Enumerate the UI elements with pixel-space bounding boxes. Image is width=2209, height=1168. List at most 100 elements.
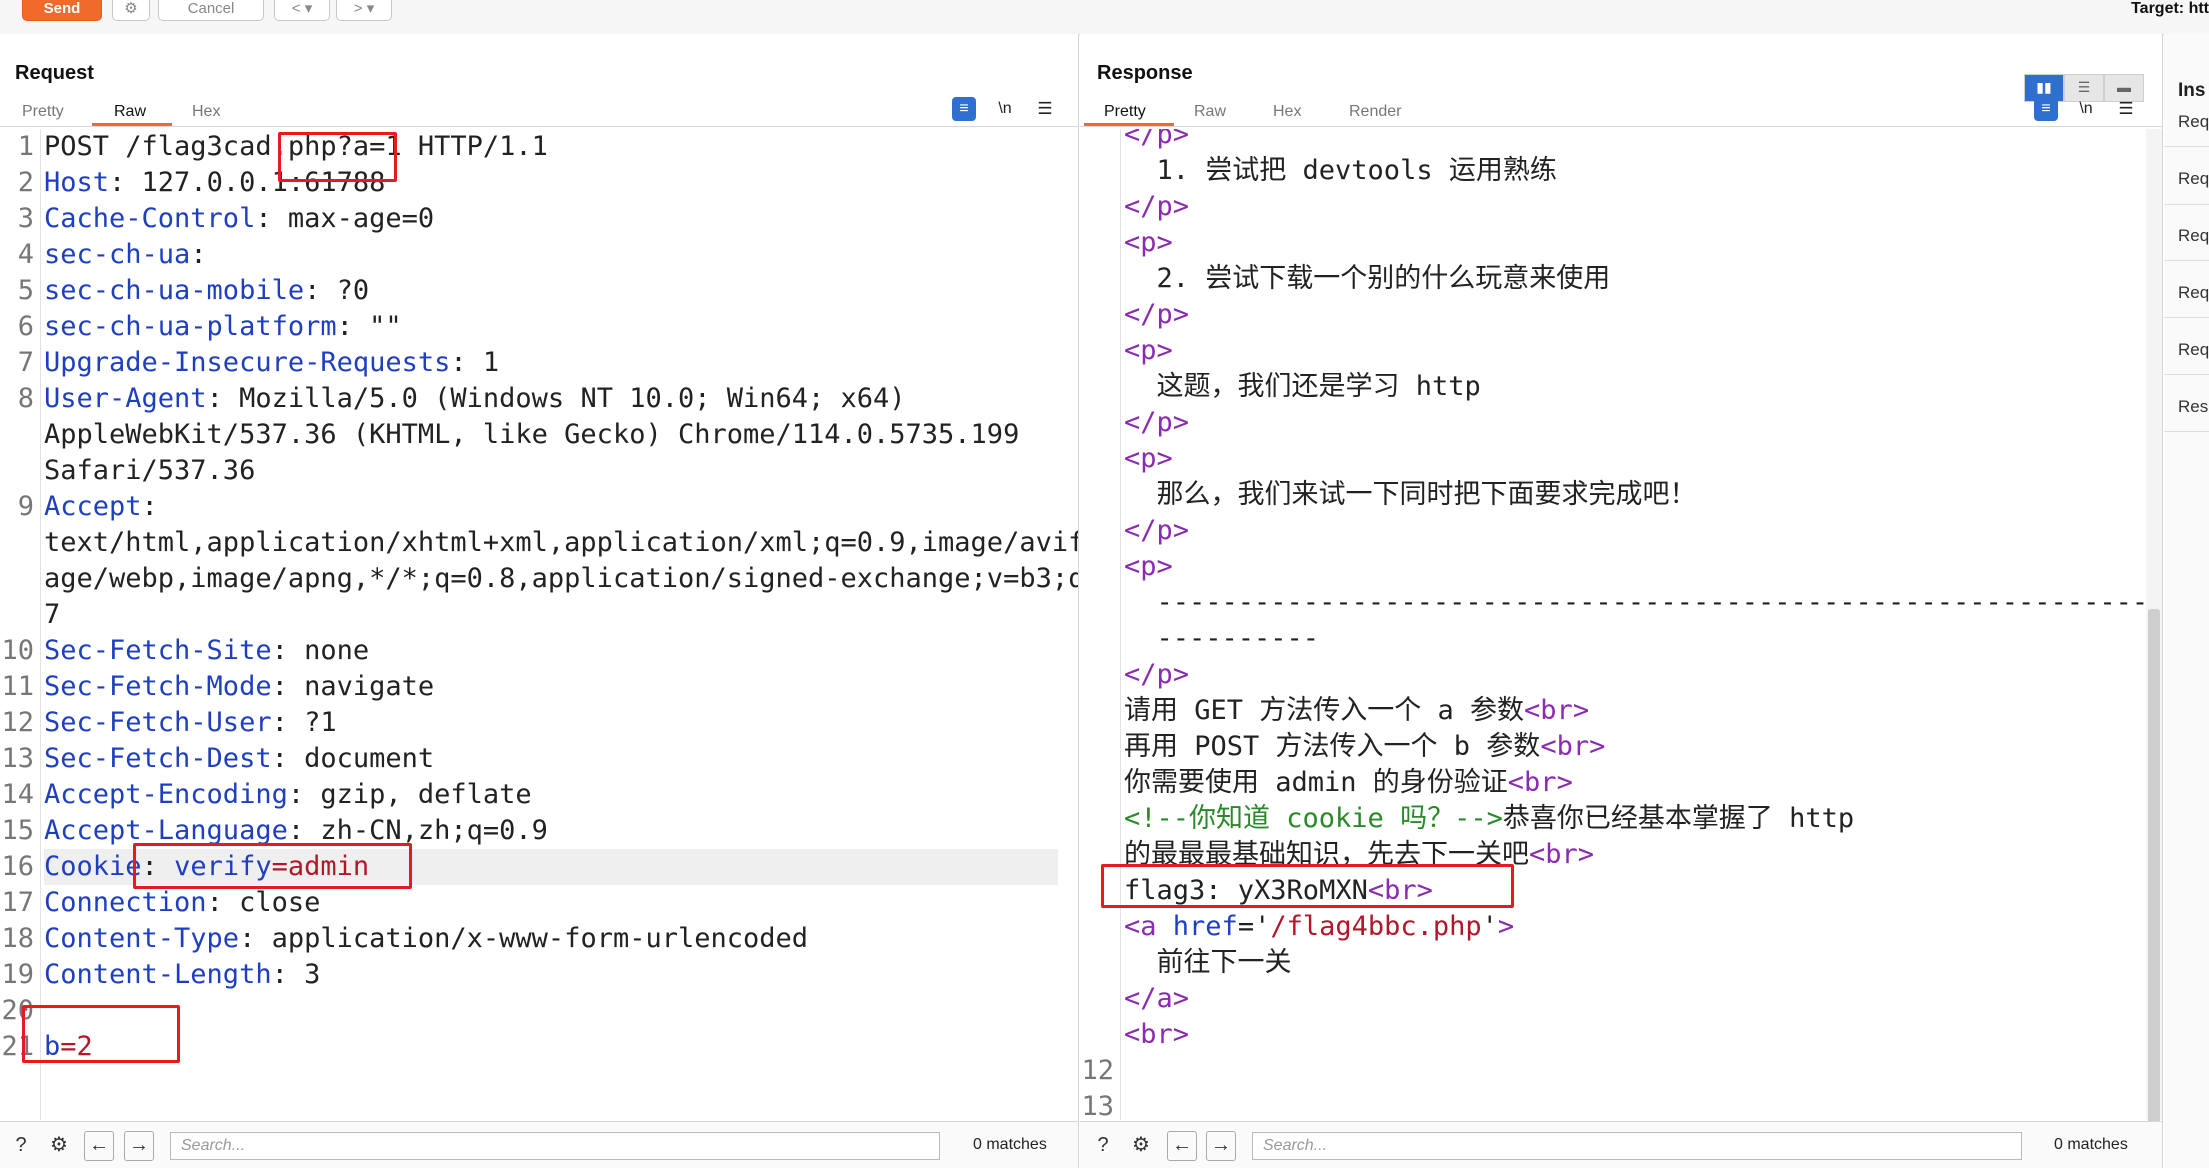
line-number: 16: [1, 851, 34, 882]
code-line[interactable]: 13 Sec-Fetch-Dest: document: [0, 741, 1078, 777]
target-label[interactable]: Target: htt: [2131, 0, 2209, 18]
code-line[interactable]: 你需要使用 admin 的身份验证<br>: [1080, 765, 2144, 801]
help-icon[interactable]: ?: [1090, 1132, 1116, 1158]
code-line[interactable]: age/webp,image/apng,*/*;q=0.8,applicatio…: [0, 561, 1078, 597]
inspector-item[interactable]: Req: [2178, 226, 2209, 246]
header-name: Sec-Fetch-Mode: [44, 671, 272, 702]
tab-pretty[interactable]: Pretty: [1104, 103, 1146, 121]
code-line[interactable]: 14 Accept-Encoding: gzip, deflate: [0, 777, 1078, 813]
code-line[interactable]: <br>: [1080, 1017, 2144, 1053]
code-line[interactable]: </p>: [1080, 189, 2144, 225]
code-line[interactable]: <p>: [1080, 441, 2144, 477]
code-line[interactable]: 10 Sec-Fetch-Site: none: [0, 633, 1078, 669]
inspector-item[interactable]: Req: [2178, 340, 2209, 360]
line-number: 15: [1, 815, 34, 846]
cancel-button[interactable]: Cancel: [158, 0, 264, 21]
code-line[interactable]: text/html,application/xhtml+xml,applicat…: [0, 525, 1078, 561]
word-wrap-icon[interactable]: ≡: [2034, 97, 2058, 121]
code-line[interactable]: 19 Content-Length: 3: [0, 957, 1078, 993]
search-input[interactable]: Search...: [1252, 1132, 2022, 1160]
code-line[interactable]: 6 sec-ch-ua-platform: "": [0, 309, 1078, 345]
code-line[interactable]: ----------: [1080, 621, 2144, 657]
response-scrollbar[interactable]: [2146, 129, 2162, 1129]
inspector-title[interactable]: Ins: [2178, 80, 2205, 102]
code-line[interactable]: </p>: [1080, 405, 2144, 441]
code-line[interactable]: 再用 POST 方法传入一个 b 参数<br>: [1080, 729, 2144, 765]
search-next-button[interactable]: →: [1206, 1131, 1236, 1161]
tab-raw[interactable]: Raw: [1194, 103, 1226, 121]
line-number: 3: [17, 203, 34, 234]
code-line[interactable]: 12: [1080, 1053, 2144, 1089]
inspector-item[interactable]: Res: [2178, 397, 2208, 417]
line-content: User-Agent: Mozilla/5.0 (Windows NT 10.0…: [44, 381, 906, 417]
code-line[interactable]: 7 Upgrade-Insecure-Requests: 1: [0, 345, 1078, 381]
search-prev-button[interactable]: ←: [84, 1131, 114, 1161]
code-line[interactable]: <p>: [1080, 333, 2144, 369]
line-number: 13: [1081, 1091, 1114, 1120]
help-icon[interactable]: ?: [8, 1132, 34, 1158]
code-line[interactable]: 这题，我们还是学习 http: [1080, 369, 2144, 405]
code-line[interactable]: <a href='/flag4bbc.php'>: [1080, 909, 2144, 945]
code-line[interactable]: 4 sec-ch-ua:: [0, 237, 1078, 273]
code-line[interactable]: 12 Sec-Fetch-User: ?1: [0, 705, 1078, 741]
code-line[interactable]: <p>: [1080, 225, 2144, 261]
code-line[interactable]: 18 Content-Type: application/x-www-form-u…: [0, 921, 1078, 957]
tab-render[interactable]: Render: [1349, 103, 1401, 121]
word-wrap-icon[interactable]: ≡: [952, 97, 976, 121]
code-line[interactable]: 前往下一关: [1080, 945, 2144, 981]
header-value: none: [304, 635, 370, 666]
line-content: AppleWebKit/537.36 (KHTML, like Gecko) C…: [44, 417, 1019, 453]
inspector-item[interactable]: Req: [2178, 169, 2209, 189]
newline-toggle-icon[interactable]: \n: [993, 97, 1017, 121]
code-line[interactable]: <p>: [1080, 549, 2144, 585]
search-prev-button[interactable]: ←: [1167, 1131, 1197, 1161]
menu-icon[interactable]: ☰: [2114, 97, 2138, 121]
gear-icon[interactable]: ⚙: [46, 1132, 72, 1158]
menu-icon[interactable]: ☰: [1033, 97, 1057, 121]
code-line[interactable]: </p>: [1080, 297, 2144, 333]
tab-hex[interactable]: Hex: [1273, 103, 1301, 121]
code-line[interactable]: 1. 尝试把 devtools 运用熟练: [1080, 153, 2144, 189]
code-line[interactable]: 2. 尝试下载一个别的什么玩意来使用: [1080, 261, 2144, 297]
code-line[interactable]: 17 Connection: close: [0, 885, 1078, 921]
code-line[interactable]: 2 Host: 127.0.0.1:61788: [0, 165, 1078, 201]
history-back-button[interactable]: < ▾: [274, 0, 330, 21]
attr-value: /flag4bbc.php: [1270, 911, 1482, 942]
header-value: navigate: [304, 671, 435, 702]
code-line[interactable]: </p>: [1080, 129, 2144, 153]
inspector-item[interactable]: Req: [2178, 283, 2209, 303]
search-next-button[interactable]: →: [124, 1131, 154, 1161]
code-line[interactable]: <!--你知道 cookie 吗？-->恭喜你已经基本掌握了 http: [1080, 801, 2144, 837]
response-editor[interactable]: </p> 1. 尝试把 devtools 运用熟练 </p> <p> 2. 尝试下载…: [1080, 129, 2144, 1120]
code-line[interactable]: Safari/537.36: [0, 453, 1078, 489]
inspector-item[interactable]: Req: [2178, 112, 2209, 132]
request-editor[interactable]: 1 POST /flag3cad.php?a=1 HTTP/1.1 2 Host: 1…: [0, 129, 1078, 1120]
code-line[interactable]: 7: [0, 597, 1078, 633]
separator: :: [271, 707, 305, 738]
code-line[interactable]: 1 POST /flag3cad.php?a=1 HTTP/1.1: [0, 129, 1078, 165]
code-line[interactable]: </a>: [1080, 981, 2144, 1017]
code-line[interactable]: 11 Sec-Fetch-Mode: navigate: [0, 669, 1078, 705]
history-forward-button[interactable]: > ▾: [336, 0, 392, 21]
tab-raw[interactable]: Raw: [114, 103, 146, 121]
code-line[interactable]: 3 Cache-Control: max-age=0: [0, 201, 1078, 237]
tab-pretty[interactable]: Pretty: [22, 103, 64, 121]
code-line[interactable]: 5 sec-ch-ua-mobile: ?0: [0, 273, 1078, 309]
code-line[interactable]: 13: [1080, 1089, 2144, 1120]
html-tag: </p>: [1124, 191, 1190, 222]
code-line[interactable]: 那么，我们来试一下同时把下面要求完成吧！: [1080, 477, 2144, 513]
code-line[interactable]: </p>: [1080, 513, 2144, 549]
code-line[interactable]: 请用 GET 方法传入一个 a 参数<br>: [1080, 693, 2144, 729]
code-line[interactable]: ----------------------------------------…: [1080, 585, 2145, 621]
newline-toggle-icon[interactable]: \n: [2074, 97, 2098, 121]
gear-icon[interactable]: ⚙: [112, 0, 150, 21]
code-line[interactable]: 8 User-Agent: Mozilla/5.0 (Windows NT 10.…: [0, 381, 1078, 417]
gear-icon[interactable]: ⚙: [1128, 1132, 1154, 1158]
send-button[interactable]: Send: [22, 0, 102, 21]
code-line[interactable]: </p>: [1080, 657, 2144, 693]
code-line[interactable]: AppleWebKit/537.36 (KHTML, like Gecko) C…: [0, 417, 1078, 453]
scroll-thumb[interactable]: [2148, 609, 2160, 1129]
tab-hex[interactable]: Hex: [192, 103, 220, 121]
search-input[interactable]: Search...: [170, 1132, 940, 1160]
code-line[interactable]: 9 Accept:: [0, 489, 1078, 525]
